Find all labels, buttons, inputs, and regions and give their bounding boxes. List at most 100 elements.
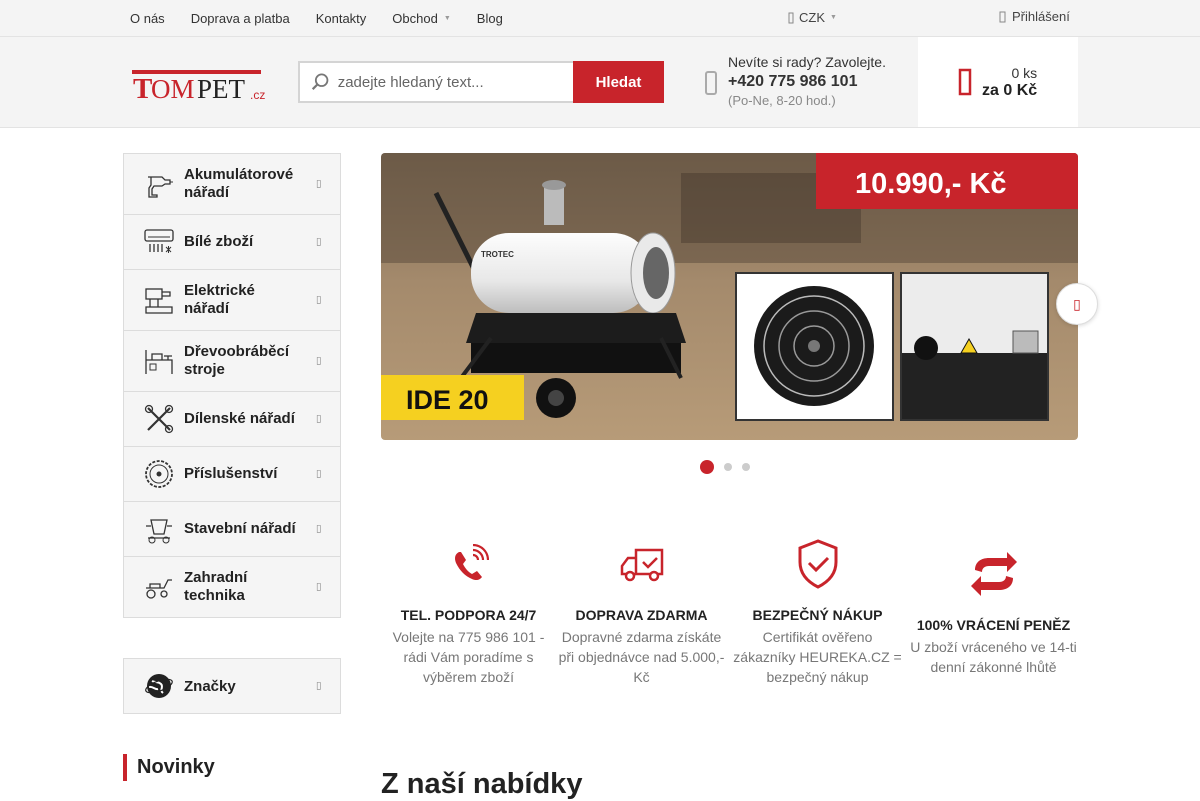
chevron-right-icon: ▯ bbox=[316, 581, 322, 593]
top-nav: O nás Doprava a platba Kontakty Obchod ▼ … bbox=[117, 0, 516, 36]
nav-obchod[interactable]: Obchod ▼ bbox=[379, 11, 463, 26]
currency-selector[interactable]: CZK ▼ bbox=[788, 10, 837, 25]
category-sidebar: Akumulátorové nářadí ▯ Bílé zboží ▯ Elek… bbox=[123, 153, 341, 618]
benefit-free-shipping: DOPRAVA ZDARMA Dopravné zdarma získáte p… bbox=[554, 538, 729, 687]
category-akumulatorove-naradi[interactable]: Akumulátorové nářadí ▯ bbox=[123, 153, 341, 215]
search-field-wrap bbox=[298, 61, 573, 103]
chevron-right-icon: ▯ bbox=[316, 355, 322, 367]
benefit-title: 100% VRÁCENÍ PENĚZ bbox=[916, 617, 1071, 633]
carousel-dot[interactable] bbox=[742, 463, 750, 471]
nav-doprava-a-platba[interactable]: Doprava a platba bbox=[178, 11, 303, 26]
globe-icon bbox=[145, 674, 173, 698]
nav-o-nas[interactable]: O nás bbox=[117, 11, 178, 26]
contact-question: Nevíte si rady? Zavolejte. bbox=[728, 54, 886, 70]
woodworking-machine-icon bbox=[145, 350, 173, 374]
shield-check-icon bbox=[798, 539, 837, 589]
air-conditioner-icon bbox=[144, 229, 174, 253]
chevron-right-icon: ▯ bbox=[316, 413, 322, 425]
benefit-title: TEL. PODPORA 24/7 bbox=[400, 607, 537, 623]
concrete-mixer-icon bbox=[146, 519, 172, 544]
benefit-desc: Volejte na 775 986 101 - rádi Vám poradí… bbox=[392, 629, 545, 685]
category-prislusenstvi[interactable]: Příslušenství ▯ bbox=[123, 447, 341, 502]
contact-info: Nevíte si rady? Zavolejte. +420 775 986 … bbox=[704, 53, 886, 108]
chevron-right-icon: ▯ bbox=[316, 178, 322, 190]
category-label: Elektrické nářadí bbox=[184, 282, 255, 317]
chevron-right-icon: ▯ bbox=[316, 523, 322, 535]
cordless-drill-icon bbox=[148, 176, 173, 198]
chevron-right-icon: ▯ bbox=[1073, 295, 1081, 312]
carousel-dot[interactable] bbox=[700, 460, 714, 474]
category-label: Dílenské nářadí bbox=[184, 410, 295, 427]
login-link[interactable]: Přihlášení bbox=[999, 9, 1070, 24]
cart-count: 0 ks bbox=[1011, 64, 1038, 81]
currency-label: CZK bbox=[799, 10, 825, 25]
banner-price-label: 10.990,- Kč bbox=[855, 168, 1007, 200]
category-label: Bílé zboží bbox=[184, 233, 254, 250]
category-label: Příslušenství bbox=[184, 465, 278, 482]
nav-obchod-label: Obchod bbox=[392, 10, 438, 26]
news-heading: Novinky bbox=[123, 754, 215, 781]
currency-icon bbox=[788, 12, 794, 23]
svg-text:.cz: .cz bbox=[250, 88, 265, 102]
power-tool-icon bbox=[145, 288, 173, 314]
header: T OM PET .cz Hledat Nevíte si rady? Zavo… bbox=[0, 37, 1200, 128]
benefit-desc: U zboží vráceného ve 14-ti denní zákonné… bbox=[910, 639, 1077, 675]
benefit-secure-purchase: BEZPEČNÝ NÁKUP Certifikát ověřeno zákazn… bbox=[730, 538, 905, 687]
category-stavebni-naradi[interactable]: Stavební nářadí ▯ bbox=[123, 502, 341, 557]
user-icon bbox=[999, 11, 1006, 22]
carousel-dots bbox=[700, 460, 750, 474]
delivery-truck-icon bbox=[620, 548, 663, 582]
category-elektricke-naradi[interactable]: Elektrické nářadí ▯ bbox=[123, 270, 341, 331]
chevron-right-icon: ▯ bbox=[316, 294, 322, 306]
phone-icon bbox=[454, 544, 489, 581]
benefits-row: TEL. PODPORA 24/7 Volejte na 775 986 101… bbox=[381, 538, 1081, 698]
cart-total: za 0 Kč bbox=[982, 81, 1038, 99]
carousel-dot[interactable] bbox=[724, 463, 732, 471]
chevron-right-icon: ▯ bbox=[316, 680, 322, 692]
chevron-right-icon: ▯ bbox=[316, 236, 322, 248]
category-zahradni-technika[interactable]: Zahradní technika ▯ bbox=[123, 557, 341, 618]
benefit-support: TEL. PODPORA 24/7 Volejte na 775 986 101… bbox=[381, 538, 556, 687]
hero-banner[interactable]: TROTEC IDE 20 10.990,- Kč bbox=[381, 153, 1078, 440]
mobile-phone-icon bbox=[705, 71, 717, 95]
site-logo[interactable]: T OM PET .cz bbox=[131, 68, 268, 105]
chevron-right-icon: ▯ bbox=[316, 468, 322, 480]
refund-arrows-icon bbox=[970, 552, 1017, 596]
search-form: Hledat bbox=[298, 61, 664, 103]
banner-image: TROTEC IDE 20 10.990,- Kč bbox=[381, 153, 1078, 440]
cart-widget[interactable]: 0 ks za 0 Kč bbox=[918, 37, 1078, 127]
chevron-down-icon: ▼ bbox=[443, 14, 451, 22]
benefit-desc: Certifikát ověřeno zákazníky HEUREKA.CZ … bbox=[733, 629, 902, 685]
search-input[interactable] bbox=[337, 73, 573, 91]
svg-text:OM: OM bbox=[151, 74, 195, 102]
nav-kontakty[interactable]: Kontakty bbox=[303, 11, 380, 26]
chevron-down-icon: ▼ bbox=[830, 14, 837, 21]
svg-text:PET: PET bbox=[197, 74, 246, 102]
banner-model-label: IDE 20 bbox=[406, 385, 489, 415]
category-bile-zbozi[interactable]: Bílé zboží ▯ bbox=[123, 215, 341, 270]
category-dilenske-naradi[interactable]: Dílenské nářadí ▯ bbox=[123, 392, 341, 447]
search-button[interactable]: Hledat bbox=[573, 61, 664, 103]
nav-blog[interactable]: Blog bbox=[464, 11, 516, 26]
top-bar: O nás Doprava a platba Kontakty Obchod ▼ … bbox=[0, 0, 1200, 37]
saw-blade-icon bbox=[145, 460, 173, 488]
category-label: Stavební nářadí bbox=[184, 520, 296, 537]
banner-brand-label: TROTEC bbox=[481, 250, 514, 259]
contact-hours: (Po-Ne, 8-20 hod.) bbox=[728, 93, 836, 108]
brands-menu[interactable]: Značky ▯ bbox=[123, 658, 341, 714]
lawn-mower-icon bbox=[146, 579, 172, 599]
brands-label: Značky bbox=[184, 677, 236, 695]
svg-text:T: T bbox=[133, 73, 152, 102]
benefit-title: DOPRAVA ZDARMA bbox=[575, 607, 708, 623]
section-title: Z naší nabídky bbox=[381, 768, 583, 800]
benefit-title: BEZPEČNÝ NÁKUP bbox=[752, 607, 883, 623]
category-drevoobrabeci-stroje[interactable]: Dřevoobráběcí stroje ▯ bbox=[123, 331, 341, 392]
wrenches-icon bbox=[144, 404, 174, 434]
cart-icon bbox=[958, 68, 972, 96]
login-label: Přihlášení bbox=[1012, 9, 1070, 24]
contact-phone[interactable]: +420 775 986 101 bbox=[728, 71, 886, 93]
benefit-desc: Dopravné zdarma získáte při objednávce n… bbox=[558, 629, 725, 685]
category-label: Zahradní technika bbox=[184, 569, 248, 604]
carousel-next-button[interactable]: ▯ bbox=[1056, 283, 1098, 325]
category-label: Dřevoobráběcí stroje bbox=[184, 343, 290, 378]
